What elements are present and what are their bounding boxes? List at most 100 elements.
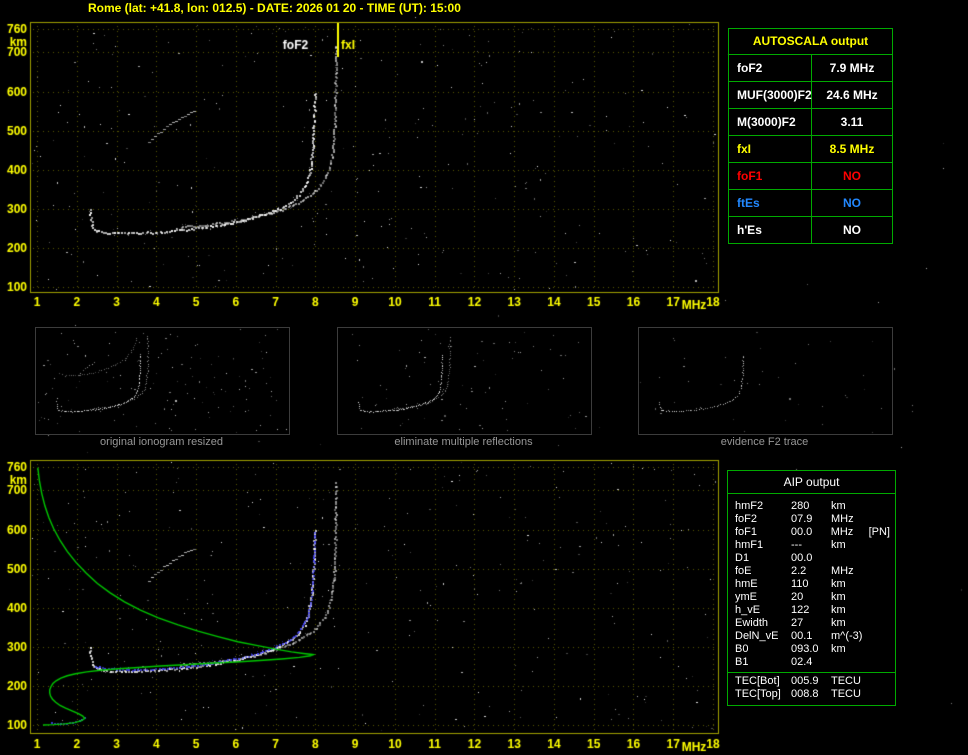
aip-value: 280 xyxy=(791,500,810,512)
autoscala-value: NO xyxy=(843,169,861,183)
aip-note xyxy=(869,552,895,565)
thumbnail-caption: eliminate multiple reflections xyxy=(394,436,533,448)
aip-param: B0 xyxy=(735,643,749,655)
autoscala-param: fxI xyxy=(729,136,812,162)
autoscala-row: fxI 8.5 MHz xyxy=(729,136,892,163)
autoscala-row: M(3000)F2 3.11 xyxy=(729,109,892,136)
aip-param: ymE xyxy=(735,591,757,603)
bottom-ionogram-profile-plot xyxy=(0,458,724,755)
aip-note xyxy=(869,656,895,669)
aip-note: [PN] xyxy=(868,526,890,538)
aip-param: hmF2 xyxy=(735,500,764,512)
aip-table-rows: hmF2 280 km foF2 07.9 MHz foF1 00.0 MHz [PN] hmF1 -… xyxy=(728,494,895,669)
autoscala-value: 8.5 MHz xyxy=(829,142,875,156)
aip-note xyxy=(869,513,895,526)
thumbnail-eliminate-reflections xyxy=(337,327,592,435)
thumbnail-evidence-f2-trace xyxy=(638,327,893,435)
aip-unit: km xyxy=(831,591,846,603)
aip-value: 00.1 xyxy=(791,630,813,642)
autoscala-row: foF2 7.9 MHz xyxy=(729,55,892,82)
aip-value: 093.0 xyxy=(791,643,819,655)
aip-row: B1 02.4 xyxy=(728,656,895,669)
aip-note xyxy=(869,604,895,617)
aip-value: 008.8 xyxy=(791,688,819,700)
autoscala-table-rows: foF2 7.9 MHz MUF(3000)F2 24.6 MHz M(3000)F2 3… xyxy=(729,55,892,243)
aip-param: foE xyxy=(735,565,752,577)
aip-table-header: AIP output xyxy=(728,471,895,494)
thumbnail-caption: original ionogram resized xyxy=(100,436,223,448)
aip-value: 27 xyxy=(791,617,804,629)
autoscala-param: foF2 xyxy=(729,55,812,81)
aip-unit: MHz xyxy=(831,565,854,577)
aip-value: 07.9 xyxy=(791,513,813,525)
aip-unit: m^(-3) xyxy=(831,630,863,642)
aip-unit: km xyxy=(831,539,846,551)
autoscala-row: foF1 NO xyxy=(729,163,892,190)
autoscala-row: h'Es NO xyxy=(729,217,892,243)
aip-note xyxy=(869,565,895,578)
aip-value: --- xyxy=(791,539,802,551)
aip-param: TEC[Bot] xyxy=(735,675,780,687)
aip-unit: km xyxy=(831,643,846,655)
thumbnail-original-ionogram xyxy=(35,327,290,435)
aip-value: 110 xyxy=(791,578,809,590)
aip-unit: km xyxy=(831,500,846,512)
autoscala-param: h'Es xyxy=(729,217,812,243)
aip-unit: MHz xyxy=(831,513,854,525)
aip-unit: TECU xyxy=(831,675,861,687)
autoscala-output-table: AUTOSCALA output foF2 7.9 MHz MUF(3000)F2 2… xyxy=(728,28,893,244)
aip-note xyxy=(869,643,895,656)
autoscala-app-window: Rome (lat: +41.8, lon: 012.5) - DATE: 20… xyxy=(0,0,968,755)
aip-param: foF1 xyxy=(735,526,758,538)
aip-note xyxy=(869,500,895,513)
aip-value: 122 xyxy=(791,604,810,616)
aip-unit: km xyxy=(831,617,846,629)
aip-value: 00.0 xyxy=(790,526,813,538)
aip-param: hmE xyxy=(735,578,758,590)
aip-row: hmE 110 km xyxy=(728,578,895,591)
aip-param: B1 xyxy=(735,656,749,668)
aip-note xyxy=(869,688,895,701)
aip-row: hmF1 --- km xyxy=(728,539,895,552)
autoscala-row: MUF(3000)F2 24.6 MHz xyxy=(729,82,892,109)
autoscala-table-header: AUTOSCALA output xyxy=(729,29,892,55)
aip-value: 20 xyxy=(791,591,804,603)
autoscala-value: 3.11 xyxy=(840,115,864,129)
top-ionogram-plot xyxy=(0,20,724,312)
autoscala-param: ftEs xyxy=(729,190,812,216)
aip-value: 00.0 xyxy=(791,552,813,564)
aip-note xyxy=(869,617,895,630)
aip-tec-rows: TEC[Bot] 005.9 TECU TEC[Top] 008.8 TECU xyxy=(728,672,895,705)
aip-row: B0 093.0 km xyxy=(728,643,895,656)
aip-param: foF2 xyxy=(735,513,758,525)
aip-row: foE 2.2 MHz xyxy=(728,565,895,578)
aip-note xyxy=(869,630,895,643)
aip-value: 005.9 xyxy=(791,675,819,687)
autoscala-param: MUF(3000)F2 xyxy=(729,82,812,108)
aip-row: D1 00.0 xyxy=(728,552,895,565)
aip-unit xyxy=(831,656,869,669)
aip-unit: MHz xyxy=(830,526,854,538)
autoscala-param: M(3000)F2 xyxy=(729,109,812,135)
thumbnail-caption: evidence F2 trace xyxy=(720,436,809,448)
autoscala-value: NO xyxy=(843,196,861,210)
aip-value: 2.2 xyxy=(791,565,807,577)
aip-param: Ewidth xyxy=(735,617,769,629)
aip-row: hmF2 280 km xyxy=(728,500,895,513)
aip-param: DelN_vE xyxy=(735,630,779,642)
aip-row: Ewidth 27 km xyxy=(728,617,895,630)
aip-note xyxy=(869,539,895,552)
aip-unit xyxy=(831,552,869,565)
autoscala-row: ftEs NO xyxy=(729,190,892,217)
aip-note xyxy=(869,675,895,688)
aip-note xyxy=(869,578,895,591)
aip-row: foF2 07.9 MHz xyxy=(728,513,895,526)
aip-row: ymE 20 km xyxy=(728,591,895,604)
aip-param: TEC[Top] xyxy=(735,688,781,700)
aip-note xyxy=(869,591,895,604)
aip-param: D1 xyxy=(735,552,750,564)
autoscala-value: NO xyxy=(843,223,861,237)
aip-row: foF1 00.0 MHz [PN] xyxy=(728,526,895,539)
aip-row: TEC[Bot] 005.9 TECU xyxy=(728,675,895,688)
aip-unit: km xyxy=(831,604,846,616)
